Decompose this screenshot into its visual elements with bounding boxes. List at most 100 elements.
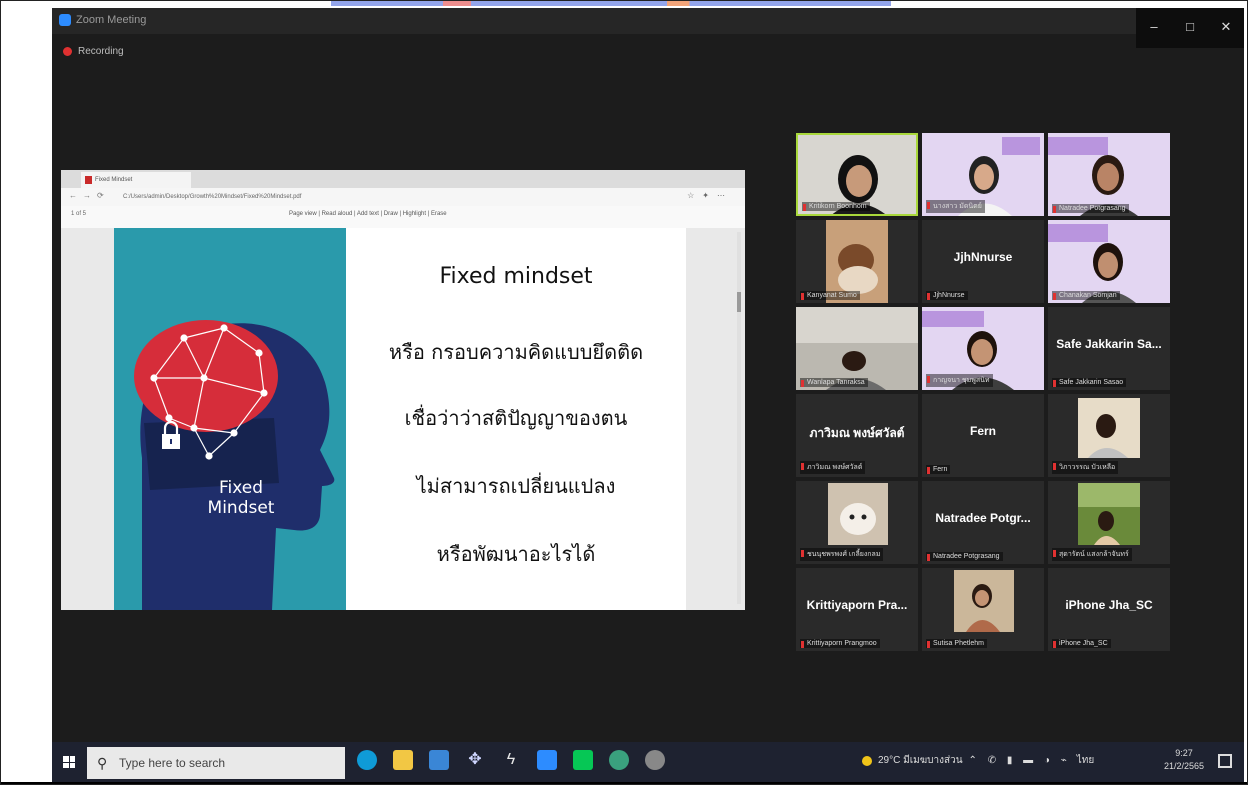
participant-name: Krittiyaporn Prangmoo bbox=[800, 639, 880, 648]
maximize-button[interactable]: □ bbox=[1172, 8, 1208, 48]
close-button[interactable]: ✕ bbox=[1208, 8, 1244, 48]
participant-tile[interactable]: JjhNnurse JjhNnurse bbox=[922, 220, 1044, 303]
file-explorer-icon[interactable] bbox=[393, 750, 413, 770]
browser-tab[interactable]: Fixed Mindset bbox=[81, 172, 191, 188]
participant-display-name: ภาวิมณ พงษ์ศวัลต์ bbox=[809, 426, 905, 440]
chrome-icon[interactable] bbox=[609, 750, 629, 770]
zoom-window: Zoom Meeting – □ ✕ Recording Fixed Minds… bbox=[52, 8, 1244, 784]
participant-display-name: JjhNnurse bbox=[953, 250, 1013, 264]
participant-tile[interactable]: Natradee Potgr... Natradee Potgrasang bbox=[922, 481, 1044, 564]
head-illustration-icon bbox=[134, 320, 335, 610]
participant-tile[interactable]: Kanyanat Sumo bbox=[796, 220, 918, 303]
participant-name: Sutisa Phetlehm bbox=[926, 639, 987, 648]
window-controls: – □ ✕ bbox=[1136, 8, 1244, 48]
illustration-caption-line1: Fixed bbox=[218, 478, 264, 498]
participant-tile[interactable]: ภาวิมณ พงษ์ศวัลต์ ภาวิมณ พงษ์ศวัลต์ bbox=[796, 394, 918, 477]
dropbox-icon[interactable]: ✥ bbox=[465, 750, 485, 770]
participant-name: Natradee Potgrasang bbox=[1052, 204, 1129, 213]
line-app-icon[interactable] bbox=[573, 750, 593, 770]
taskbar-search[interactable]: ⚲ Type here to search bbox=[87, 747, 345, 779]
participant-tile[interactable]: กาญจนา ชุมพูสนิท bbox=[922, 307, 1044, 390]
system-tray: 29°C มีเมฆบางส่วน ⌃ ✆ ▮ ▬ ◑ ⌁ ไทย bbox=[862, 753, 1094, 768]
search-placeholder: Type here to search bbox=[119, 756, 226, 770]
mail-icon[interactable] bbox=[429, 750, 449, 770]
participant-name: ชนนุชพรพงศ์ เกลี้ยงกลม bbox=[800, 548, 884, 561]
pdf-tool-highlight[interactable]: Highlight bbox=[403, 211, 426, 217]
participant-tile[interactable]: Chanakan Somjan bbox=[1048, 220, 1170, 303]
participant-name: Wanlapa Tanraksa bbox=[800, 378, 868, 387]
participant-name: Chanakan Somjan bbox=[1052, 291, 1120, 300]
participant-display-name: Safe Jakkarin Sa... bbox=[1056, 337, 1162, 351]
slide-line-4: หรือพัฒนาอะไรได้ bbox=[436, 542, 596, 566]
presentation-slide: Fixed Mindset Fixed mindset หรือ กรอบควา… bbox=[114, 228, 686, 610]
participant-name: นางสาว มัดนิตย์ bbox=[926, 200, 985, 213]
pdf-tool-add-text[interactable]: Add text bbox=[357, 211, 379, 217]
slide-line-1: หรือ กรอบความคิดแบบยึดติด bbox=[388, 340, 644, 364]
slide-illustration: Fixed Mindset bbox=[114, 228, 346, 610]
zoom-app-icon bbox=[59, 14, 71, 26]
slide-heading: Fixed mindset bbox=[439, 264, 593, 289]
pdf-tool-read-aloud[interactable]: Read aloud bbox=[322, 211, 353, 217]
participant-name: Fern bbox=[926, 465, 951, 474]
participant-name: Natradee Potgrasang bbox=[926, 552, 1003, 561]
start-button-icon[interactable] bbox=[63, 756, 75, 768]
weather-text[interactable]: 29°C มีเมฆบางส่วน bbox=[878, 753, 963, 768]
participant-name: Safe Jakkarin Sasao bbox=[1052, 378, 1127, 387]
recording-indicator[interactable]: Recording bbox=[63, 46, 124, 57]
tray-icons[interactable]: ⌃ ✆ ▮ ▬ ◑ ⌁ bbox=[969, 755, 1071, 766]
participant-name: Kritikorn Boonhom bbox=[802, 202, 870, 211]
participant-tile[interactable]: Wanlapa Tanraksa bbox=[796, 307, 918, 390]
participant-name: iPhone Jha_SC bbox=[1052, 639, 1111, 648]
participant-tile[interactable]: Krittiyaporn Pra... Krittiyaporn Prangmo… bbox=[796, 568, 918, 651]
nav-arrows-icon[interactable]: ←→⟳ bbox=[69, 191, 110, 200]
participant-tile[interactable]: Safe Jakkarin Sa... Safe Jakkarin Sasao bbox=[1048, 307, 1170, 390]
participant-name: กาญจนา ชุมพูสนิท bbox=[926, 374, 993, 387]
recording-dot-icon bbox=[63, 47, 72, 56]
participant-tile[interactable]: Natradee Potgrasang bbox=[1048, 133, 1170, 216]
document-header-strip bbox=[331, 1, 891, 6]
participant-display-name: Krittiyaporn Pra... bbox=[806, 598, 908, 612]
pdf-tools: Page view | Read aloud | Add text | Draw… bbox=[289, 211, 447, 217]
participant-name: JjhNnurse bbox=[926, 291, 968, 300]
pdf-scrollbar[interactable] bbox=[737, 232, 741, 604]
participant-tile[interactable]: ชนนุชพรพงศ์ เกลี้ยงกลม bbox=[796, 481, 918, 564]
slide-line-3: ไม่สามารถเปลี่ยนแปลง bbox=[416, 474, 616, 498]
pdf-scroll-thumb[interactable] bbox=[737, 292, 741, 312]
participant-tile[interactable]: วิภาวรรณ บัวเหลือ bbox=[1048, 394, 1170, 477]
participant-name: วิภาวรรณ บัวเหลือ bbox=[1052, 461, 1119, 474]
app-bolt-icon[interactable]: ϟ bbox=[501, 750, 521, 770]
weather-sun-icon bbox=[862, 755, 872, 766]
clock-time: 9:27 bbox=[1175, 748, 1193, 758]
pdf-tool-page-view[interactable]: Page view bbox=[289, 211, 317, 217]
pdf-toolbar: 1 of 5 Page view | Read aloud | Add text… bbox=[61, 206, 745, 229]
participant-tile[interactable]: Kritikorn Boonhom bbox=[796, 133, 918, 216]
illustration-caption: Fixed Mindset bbox=[206, 478, 276, 518]
browser-toolbar-icons[interactable]: ☆✦⋯ bbox=[687, 191, 733, 200]
taskbar-clock[interactable]: 9:27 21/2/2565 bbox=[1164, 747, 1204, 773]
address-url[interactable]: C:/Users/admin/Desktop/Growth%20Mindset/… bbox=[123, 191, 593, 203]
pdf-page-indicator[interactable]: 1 of 5 bbox=[71, 211, 86, 217]
participant-tile[interactable]: นางสาว มัดนิตย์ bbox=[922, 133, 1044, 216]
participant-tile[interactable]: สุดารัตน์ แสงกล้าจันทร์ bbox=[1048, 481, 1170, 564]
participant-tile[interactable]: iPhone Jha_SC iPhone Jha_SC bbox=[1048, 568, 1170, 651]
pdf-tool-draw[interactable]: Draw bbox=[384, 211, 398, 217]
pdf-tool-erase[interactable]: Erase bbox=[431, 211, 447, 217]
obs-icon[interactable] bbox=[645, 750, 665, 770]
participant-tile[interactable]: Sutisa Phetlehm bbox=[922, 568, 1044, 651]
recording-label: Recording bbox=[78, 46, 124, 57]
title-bar: Zoom Meeting bbox=[52, 8, 1244, 34]
notification-center-icon[interactable] bbox=[1218, 754, 1232, 768]
pinned-apps: ✥ ϟ bbox=[357, 750, 665, 770]
windows-taskbar: ⚲ Type here to search ✥ ϟ 29°C มีเมฆบางส… bbox=[52, 742, 1244, 784]
frame-bottom-border bbox=[1, 782, 1247, 784]
clock-date: 21/2/2565 bbox=[1163, 761, 1204, 771]
edge-browser-icon[interactable] bbox=[357, 750, 377, 770]
participant-tile[interactable]: Fern Fern bbox=[922, 394, 1044, 477]
minimize-button[interactable]: – bbox=[1136, 8, 1172, 48]
language-indicator[interactable]: ไทย bbox=[1077, 753, 1094, 768]
participant-display-name: Fern bbox=[969, 424, 996, 438]
participant-display-name: iPhone Jha_SC bbox=[1065, 598, 1153, 612]
screenshot-frame: Zoom Meeting – □ ✕ Recording Fixed Minds… bbox=[0, 0, 1248, 785]
participant-display-name: Natradee Potgr... bbox=[935, 511, 1031, 525]
zoom-taskbar-icon[interactable] bbox=[537, 750, 557, 770]
